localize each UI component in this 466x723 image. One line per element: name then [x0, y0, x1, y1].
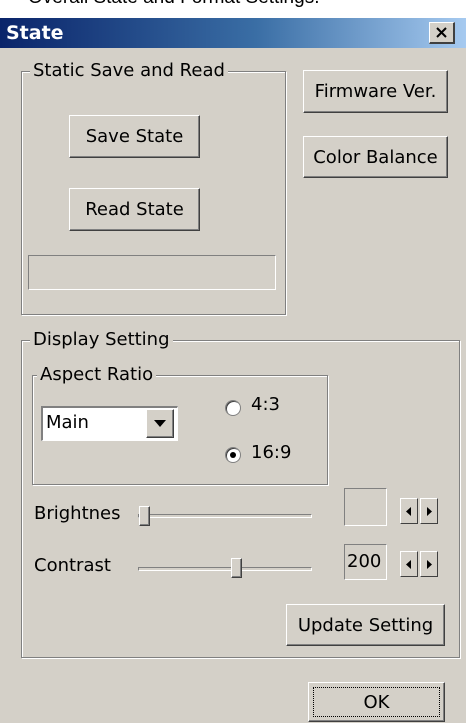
update-setting-button[interactable]: Update Setting: [286, 604, 445, 646]
window-title: State: [6, 22, 64, 44]
radio-16-9-dot: [230, 452, 236, 458]
radio-4-3-label: 4:3: [251, 394, 280, 415]
save-state-button[interactable]: Save State: [69, 115, 200, 158]
ok-focus-ring: OK: [313, 687, 440, 717]
display-group-legend: Display Setting: [30, 328, 173, 352]
radio-16-9[interactable]: [225, 447, 241, 463]
brightness-decrement-button[interactable]: [400, 498, 418, 524]
status-field: [28, 255, 276, 290]
brightness-label: Brightnes: [34, 503, 121, 524]
aspect-group-legend: Aspect Ratio: [37, 363, 157, 387]
brightness-slider-track[interactable]: [138, 514, 312, 518]
spin-left-icon: [406, 560, 411, 569]
spin-right-icon: [427, 507, 432, 516]
brightness-value: [344, 488, 387, 526]
contrast-increment-button[interactable]: [420, 551, 438, 577]
color-balance-button[interactable]: Color Balance: [303, 136, 448, 178]
aspect-select-value: Main: [46, 412, 89, 433]
state-dialog: State Static Save and Read Save State Re…: [0, 18, 466, 723]
firmware-version-button[interactable]: Firmware Ver.: [303, 70, 448, 113]
radio-4-3[interactable]: [225, 400, 241, 416]
static-group-legend: Static Save and Read: [30, 59, 228, 83]
radio-16-9-label: 16:9: [251, 442, 292, 463]
dropdown-arrow-icon: [154, 419, 166, 427]
display-setting-group: Display Setting Aspect Ratio Main 4:3 16…: [21, 328, 460, 658]
aspect-ratio-group: Aspect Ratio Main 4:3 16:9: [32, 363, 328, 485]
ok-button[interactable]: OK: [308, 682, 445, 722]
aspect-select[interactable]: Main: [41, 406, 178, 441]
static-save-read-group: Static Save and Read Save State Read Sta…: [21, 59, 286, 315]
contrast-slider-thumb[interactable]: [231, 558, 242, 578]
contrast-decrement-button[interactable]: [400, 551, 418, 577]
page-caption: Overall State and Format Settings.: [28, 0, 466, 13]
aspect-select-dropdown-button[interactable]: [146, 409, 174, 438]
read-state-button[interactable]: Read State: [69, 188, 200, 231]
contrast-label: Contrast: [34, 555, 111, 576]
contrast-value: 200: [344, 544, 387, 580]
spin-left-icon: [406, 507, 411, 516]
brightness-slider-thumb[interactable]: [139, 506, 150, 526]
contrast-slider-track[interactable]: [138, 567, 312, 571]
spin-right-icon: [427, 560, 432, 569]
close-button[interactable]: [429, 22, 455, 44]
title-bar: State: [0, 18, 466, 48]
close-icon: [436, 27, 447, 38]
brightness-increment-button[interactable]: [420, 498, 438, 524]
